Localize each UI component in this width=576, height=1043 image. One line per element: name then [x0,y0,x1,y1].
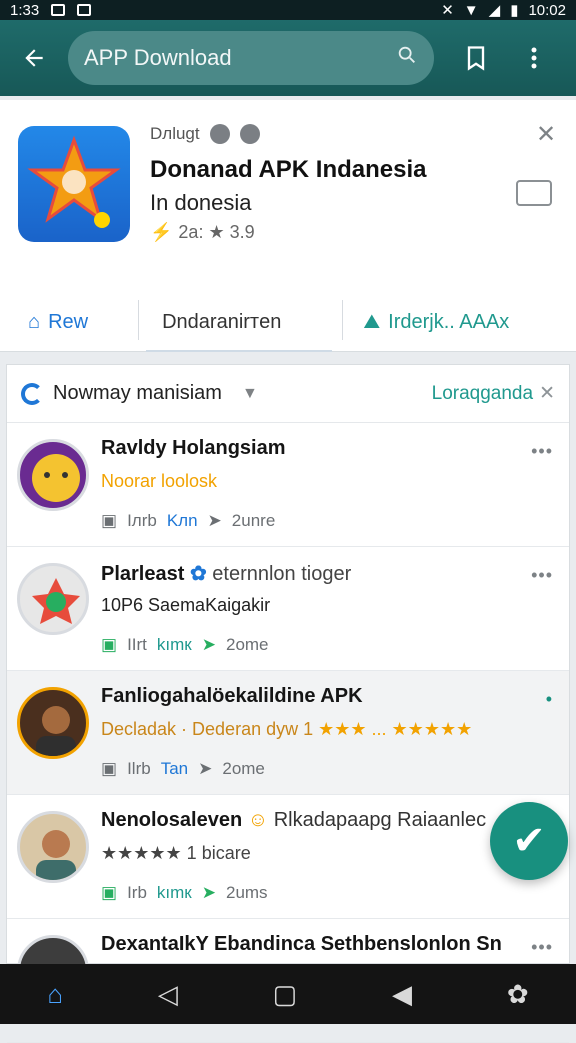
refresh-icon [21,382,43,405]
emoji-icon: ☺ [247,809,269,831]
settings-icon[interactable]: ✿ [507,979,529,1010]
tag-icon: ▣ [101,759,118,778]
app-meta: Dлlugt [150,124,260,144]
square-icon[interactable]: ▢ [273,979,298,1010]
download-action[interactable]: Dndaranirтen [162,311,281,334]
bookmark-icon [467,46,485,71]
share-icon: ➤ [207,511,222,530]
share-icon: ➤ [201,635,216,654]
dot-icon: • [545,689,553,709]
more-vert-icon [531,47,537,69]
list-title: Nowmay manisiam [53,382,222,404]
home-icon[interactable]: ⌂ [47,979,63,1010]
keyboard-icon[interactable] [516,180,552,206]
list-item-title: Nenolosaleven ☺ Rlkadapaapg Raiaanlec [101,809,487,831]
app-rating: ⚡ 2a: ★ 3.9 [150,222,255,242]
more-icon[interactable]: ••• [531,565,553,586]
app-subtitle: In donesia [150,190,252,215]
list-item[interactable]: Ravldy Holangsiam Noorar loolosk ▣ Iлrb … [7,423,569,547]
verified-icon: ✿ [189,563,207,585]
list-item-meta: ▣ Irb kımк ➤ 2ums [101,883,268,902]
divider [342,300,343,340]
avatar [17,687,89,759]
list-item[interactable]: Plarleast ✿ eternnlon tioger 10P6 SaemaK… [7,547,569,671]
search-icon[interactable] [396,44,418,72]
app-meta-label: Dлlugt [150,124,200,143]
divider [138,300,139,340]
status-time: 1:33 [10,1,40,19]
tab-underline [146,350,332,352]
check-icon: ✔ [512,819,546,863]
action-row: ⌂ Rew Dndaranirтen ⛰ Irderjk.. AAAx [0,292,576,352]
gallery-icon [51,4,66,16]
avatar [17,439,89,511]
avatar [17,563,89,635]
shield-icon [77,4,92,16]
confirm-button[interactable]: ✔ [490,802,568,880]
mountain-icon: ⛰ [363,310,381,333]
list-item-subtitle: 10P6 SaemaKaigakir [101,595,271,615]
tag-icon: ▣ [101,511,118,530]
app-logo [18,126,130,242]
home-icon: ⌂ [28,310,41,333]
avatar [17,811,89,883]
share-icon: ➤ [198,759,213,778]
cell-icon: ◢ [488,2,501,19]
list-item-meta: ▣ IIrt kımк ➤ 2ome [101,635,269,654]
search-field[interactable]: APP Download [68,31,434,85]
arrow-left-icon [25,49,43,67]
app-bar: APP Download [0,20,576,96]
send-icon[interactable]: ◁ [158,979,178,1010]
navigation-bar: ⌂ ◁ ▢ ◀ ✿ [0,964,576,1024]
list-item-title: Ravldy Holangsiam [101,437,286,459]
list-item-meta: ▣ Iлrb Kлn ➤ 2unre [101,511,276,530]
status-bar: 1:33 ✕ ▼ ◢ ▮ 10:02 [0,0,576,20]
list-item-subtitle: Noorar loolosk [101,471,218,491]
tag-icon: ▣ [101,883,118,902]
bookmark-button[interactable] [456,38,496,78]
list-item-meta: ▣ Ilrb Tan ➤ 2ome [101,759,265,778]
search-input[interactable]: APP Download [84,45,232,71]
battery-icon: ▮ [510,2,519,19]
list-item-title: DexantaIkY Ebandinca Sethbenslonlon Sn [101,933,502,955]
more-action[interactable]: ⛰ Irderjk.. AAAx [363,311,509,334]
review-list: Nowmay manisiam ▼ Loraqganda ✕ Ravldy Ho… [6,364,570,1043]
tag-icon: ▣ [101,635,118,654]
more-button[interactable] [514,38,554,78]
back-icon[interactable]: ◀ [392,979,412,1010]
more-icon[interactable]: ••• [531,937,553,958]
list-item[interactable]: Fanliogahalöekalildine APK Decladak · De… [7,671,569,795]
app-title: Donanad APK Indanesia [150,156,427,183]
list-item-subtitle: Decladak · Dederan dyw 1 ★★★ ... ★★★★★ [101,719,473,739]
list-item-title: Fanliogahalöekalildine APK [101,685,363,707]
review-action[interactable]: ⌂ Rew [28,311,88,334]
wifi-icon: ▼ [463,1,479,19]
list-item[interactable]: Nenolosaleven ☺ Rlkadapaapg Raiaanlec ★★… [7,795,569,919]
list-item-title: Plarleast ✿ eternnlon tioger [101,563,352,585]
share-icon: ➤ [201,883,216,902]
verified-icon [209,124,230,144]
bolt-icon: ⚡ [150,222,173,242]
signal-icon: ✕ [441,2,454,19]
list-item-subtitle: ★★★★★ 1 bicare [101,843,251,863]
list-filter[interactable]: Loraqganda ✕ [432,382,555,405]
chevron-down-icon[interactable]: ▼ [242,385,258,403]
list-header: Nowmay manisiam ▼ Loraqganda ✕ [7,365,569,423]
rating-stars: ★★★ ... ★★★★★ [318,719,473,739]
more-icon[interactable]: ••• [531,441,553,462]
close-icon[interactable]: ✕ [536,120,556,149]
close-icon[interactable]: ✕ [539,382,555,405]
cloud-icon [239,124,260,144]
back-button[interactable] [14,38,54,78]
status-time-right: 10:02 [528,1,566,19]
